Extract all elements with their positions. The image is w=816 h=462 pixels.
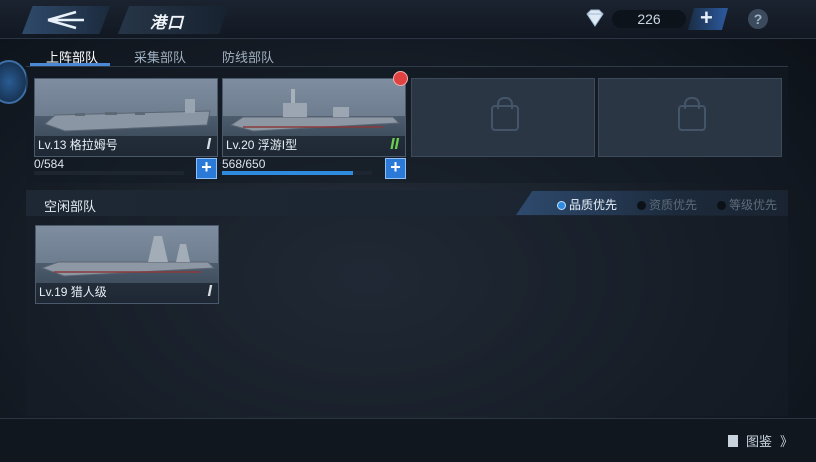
sort-label: 等级优先 — [729, 198, 778, 212]
ship-progress-text: 568/650 — [222, 157, 266, 171]
tier-badge: I — [207, 283, 212, 300]
codex-button[interactable]: 图鉴》 — [728, 431, 793, 450]
sort-label: 品质优先 — [569, 198, 618, 212]
sort-quality-option[interactable]: 品质优先 — [557, 196, 617, 213]
bottom-bar — [0, 418, 816, 462]
ship-label: Lv.19 猎人级 — [39, 285, 107, 299]
ship-label: Lv.13 格拉姆号 — [38, 138, 118, 152]
codex-label: 图鉴 — [746, 434, 773, 449]
add-ship-button[interactable]: + — [196, 158, 217, 179]
tier-badge: I — [206, 136, 211, 153]
ship-card[interactable]: Lv.13 格拉姆号 I — [34, 78, 218, 157]
tabs-divider — [26, 66, 788, 67]
double-chevron-icon: 》 — [780, 434, 794, 449]
ship-label: Lv.20 浮游I型 — [226, 138, 298, 152]
add-gems-button[interactable]: + — [688, 8, 728, 30]
gem-count: 226 — [612, 10, 686, 28]
book-icon — [728, 435, 738, 447]
radio-icon — [717, 201, 726, 210]
lock-icon — [678, 97, 706, 131]
progress-bar — [34, 171, 184, 175]
radio-icon — [557, 201, 566, 210]
idle-title: 空闲部队 — [44, 199, 97, 214]
sort-label: 资质优先 — [649, 198, 698, 212]
tier-badge: II — [390, 136, 399, 153]
tab-defense-fleet[interactable]: 防线部队 — [222, 47, 274, 66]
ship-card[interactable]: Lv.19 猎人级 I — [35, 225, 219, 304]
radio-icon — [637, 201, 646, 210]
ship-progress-text: 0/584 — [34, 157, 65, 171]
plus-icon: + — [700, 5, 713, 30]
help-icon[interactable]: ? — [748, 9, 768, 29]
back-arrow-icon — [47, 10, 84, 30]
page-title: 港口 — [150, 15, 185, 32]
add-ship-button[interactable]: + — [385, 158, 406, 179]
locked-slot[interactable] — [598, 78, 782, 157]
tab-gather-fleet[interactable]: 采集部队 — [134, 47, 186, 66]
lock-icon — [491, 97, 519, 131]
progress-fill — [222, 171, 353, 175]
ship-card[interactable]: Lv.20 浮游I型 II — [222, 78, 406, 157]
back-button[interactable] — [22, 6, 110, 34]
locked-slot[interactable] — [411, 78, 595, 157]
sort-level-option[interactable]: 等级优先 — [717, 196, 777, 213]
diamond-icon — [586, 9, 604, 27]
sort-aptitude-option[interactable]: 资质优先 — [637, 196, 697, 213]
notification-badge — [393, 71, 408, 86]
